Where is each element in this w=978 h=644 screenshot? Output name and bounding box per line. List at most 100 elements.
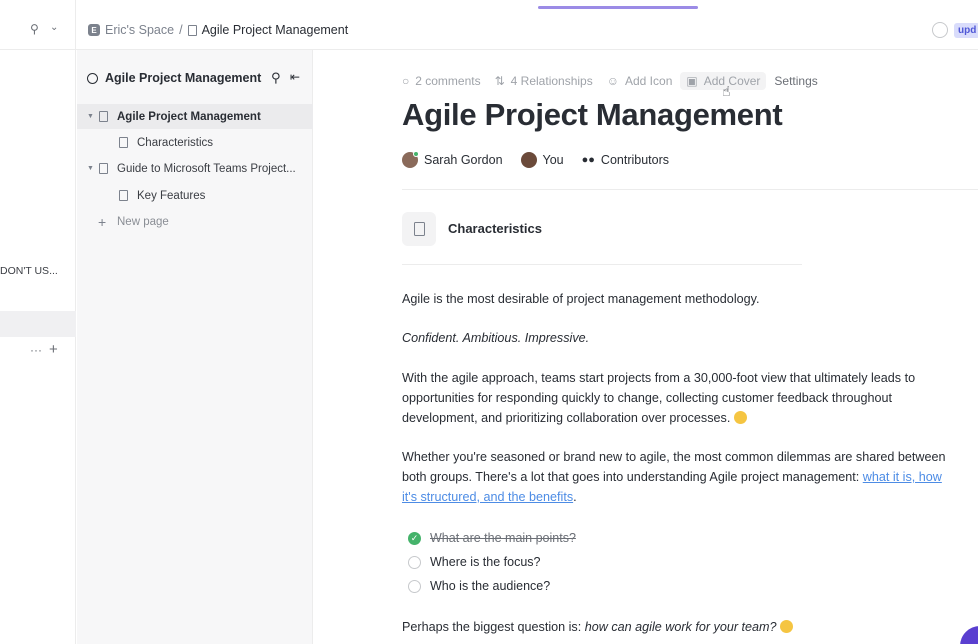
add-icon[interactable]: + — [49, 341, 58, 358]
more-icon[interactable]: ··· — [30, 343, 42, 357]
emoji-icon — [780, 620, 794, 633]
image-icon: ▣ — [686, 74, 698, 88]
document-icon — [99, 163, 108, 174]
chevron-down-icon[interactable]: ⌄ — [50, 22, 58, 33]
contributors-icon: ●● — [581, 154, 595, 166]
top-bar: ⚲ ⌄ E Eric's Space / Agile Project Manag… — [0, 0, 978, 50]
document-icon — [119, 190, 128, 201]
author-name: Sarah Gordon — [424, 153, 503, 167]
caret-down-icon[interactable]: ▼ — [87, 165, 94, 172]
unchecked-checkbox-icon[interactable] — [408, 579, 421, 593]
tree-item-characteristics[interactable]: Characteristics — [77, 130, 313, 155]
tree-item-agile-project-management[interactable]: ▼ Agile Project Management — [77, 104, 313, 129]
tree-item-guide-microsoft-teams[interactable]: ▼ Guide to Microsoft Teams Project... — [77, 156, 313, 181]
divider — [402, 189, 978, 190]
smiley-icon: ☺ — [606, 74, 619, 88]
paragraph-2[interactable]: Confident. Ambitious. Impressive. — [402, 329, 978, 349]
main-sidebar: DON'T US... ··· + — [0, 50, 76, 644]
comment-icon: ○ — [402, 74, 410, 88]
checklist-item-text: Where is the focus? — [430, 555, 541, 569]
link-structured-benefits[interactable]: it's structured, and the benefits — [402, 490, 573, 504]
tree-item-label: Characteristics — [137, 136, 214, 149]
breadcrumb-page[interactable]: Agile Project Management — [202, 23, 349, 37]
document-icon — [413, 221, 425, 236]
subpage-label: Characteristics — [448, 221, 542, 236]
doc-tree-title[interactable]: Agile Project Management — [105, 71, 261, 85]
paragraph-4-line-3-wrap: it's structured, and the benefits. — [402, 488, 978, 508]
tree-item-key-features[interactable]: Key Features — [77, 183, 313, 208]
link-what-it-is[interactable]: what it is, how — [863, 470, 942, 484]
breadcrumb-separator: / — [179, 23, 183, 37]
avatar — [402, 151, 419, 168]
breadcrumb-space[interactable]: Eric's Space — [105, 23, 174, 37]
doc-tree-header: Agile Project Management ⚲ ⇤ — [87, 70, 307, 86]
relationships-icon: ⇅ — [494, 74, 505, 88]
tree-item-label: Key Features — [137, 189, 206, 202]
contributors-button[interactable]: ●● Contributors — [582, 153, 669, 167]
comments-label: 2 comments — [415, 74, 481, 88]
document-icon — [119, 137, 128, 148]
relationships-button[interactable]: ⇅ 4 Relationships — [495, 74, 593, 88]
paragraph-3-line-3: development, and prioritizing collaborat… — [402, 410, 731, 425]
new-page-label: New page — [117, 215, 169, 228]
unchecked-checkbox-icon[interactable] — [408, 555, 421, 569]
checklist-item-text: What are the main points? — [430, 531, 576, 545]
checklist: ✓ What are the main points? Where is the… — [408, 526, 576, 598]
paragraph-3-line-1: With the agile approach, teams start pro… — [402, 371, 916, 385]
paragraph-4-line-2-wrap: both groups. There's a lot that goes int… — [402, 468, 978, 488]
paragraph-4-end: . — [573, 489, 577, 504]
paragraph-3-line-2: opportunities for responding quickly to … — [402, 390, 893, 405]
paragraph-3-line-3-wrap: development, and prioritizing collaborat… — [402, 409, 978, 429]
author-chip[interactable]: Sarah Gordon — [402, 151, 503, 168]
doc-people: Sarah Gordon You ●● Contributors — [402, 151, 687, 168]
you-chip[interactable]: You — [520, 152, 564, 168]
checklist-item[interactable]: Where is the focus? — [408, 550, 576, 574]
subpage-icon-box — [402, 211, 436, 246]
paragraph-5[interactable]: Perhaps the biggest question is: how can… — [402, 618, 978, 638]
search-icon[interactable]: ⚲ — [271, 70, 281, 86]
globe-icon — [87, 72, 98, 84]
relationships-label: 4 Relationships — [510, 74, 593, 88]
paragraph-1[interactable]: Agile is the most desirable of project m… — [402, 290, 978, 310]
comments-button[interactable]: ○ 2 comments — [402, 74, 481, 88]
top-right-controls: upd — [932, 22, 978, 38]
checklist-item[interactable]: ✓ What are the main points? — [408, 526, 576, 550]
collapse-sidebar-icon[interactable]: ⇤ — [290, 70, 300, 84]
caret-down-icon[interactable]: ▼ — [87, 113, 94, 120]
document-icon — [99, 111, 108, 122]
checklist-item[interactable]: Who is the audience? — [408, 574, 576, 598]
breadcrumb: E Eric's Space / Agile Project Managemen… — [88, 23, 348, 37]
sidebar-item-highlighted[interactable] — [0, 311, 76, 337]
tree-item-label: Agile Project Management — [117, 110, 261, 123]
document-area: ○ 2 comments ⇅ 4 Relationships ☺ Add Ico… — [314, 50, 978, 644]
online-indicator — [413, 151, 419, 157]
paragraph-3[interactable]: With the agile approach, teams start pro… — [402, 369, 978, 428]
contributors-label: Contributors — [600, 153, 670, 167]
add-icon-label: Add Icon — [625, 74, 673, 88]
paragraph-4[interactable]: Whether you're seasoned or brand new to … — [402, 448, 978, 507]
doc-tree-panel: Agile Project Management ⚲ ⇤ ▼ Agile Pro… — [77, 50, 313, 644]
emoji-icon — [733, 410, 747, 424]
paragraph-4-line-2: both groups. There's a lot that goes int… — [402, 469, 863, 484]
sidebar-item-truncated[interactable]: DON'T US... — [0, 265, 58, 277]
add-icon-button[interactable]: ☺ Add Icon — [607, 74, 673, 88]
tree-item-label: Guide to Microsoft Teams Project... — [117, 162, 296, 175]
avatar — [520, 152, 537, 168]
space-avatar-icon: E — [88, 24, 100, 36]
paragraph-5-start: Perhaps the biggest question is: — [402, 620, 585, 634]
page-title[interactable]: Agile Project Management — [402, 97, 783, 133]
doc-action-bar: ○ 2 comments ⇅ 4 Relationships ☺ Add Ico… — [402, 72, 832, 90]
checked-checkbox-icon[interactable]: ✓ — [408, 531, 421, 545]
plus-icon: + — [98, 213, 107, 230]
subpage-link-characteristics[interactable]: Characteristics — [402, 209, 802, 265]
settings-icon[interactable] — [932, 22, 948, 38]
add-cover-label: Add Cover — [703, 74, 761, 88]
checklist-item-text: Who is the audience? — [430, 579, 551, 593]
search-icon[interactable]: ⚲ — [30, 22, 39, 36]
settings-button[interactable]: Settings — [774, 74, 817, 88]
update-badge[interactable]: upd — [954, 22, 978, 38]
you-label: You — [542, 153, 564, 167]
tree-item-new-page[interactable]: + New page — [77, 209, 313, 234]
paragraph-5-italic: how can agile work for your team? — [584, 620, 777, 634]
document-icon — [187, 24, 197, 36]
